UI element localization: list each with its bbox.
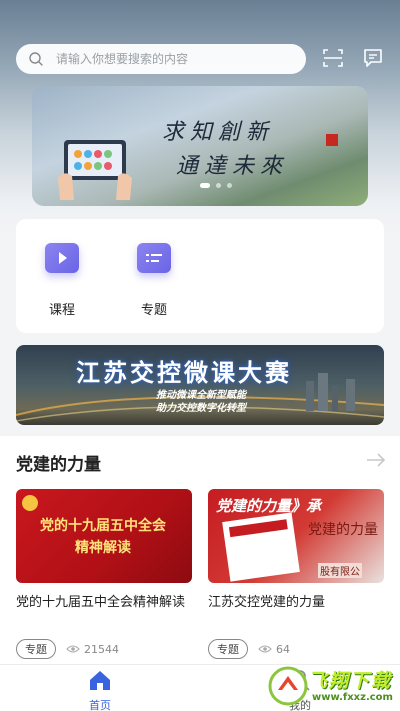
- course-tag: 专题: [16, 639, 56, 659]
- course-thumbnail: 党的十九届五中全会精神解读: [16, 489, 192, 583]
- search-icon: [29, 52, 43, 66]
- promo-sub-line-1: 推动微课全新型赋能: [156, 390, 246, 401]
- course-meta: 专题 21544: [16, 639, 119, 659]
- tab-home[interactable]: 首页: [70, 669, 130, 711]
- view-count: 21544: [84, 642, 119, 656]
- promo-subtitle: 推动微课全新型赋能 助力交控数字化转型: [156, 389, 246, 415]
- tab-home-label: 首页: [89, 699, 111, 711]
- course-tag: 专题: [208, 639, 248, 659]
- play-icon: [45, 243, 79, 273]
- eye-icon: [258, 645, 272, 653]
- carousel-dot: [216, 183, 221, 188]
- quick-entry-courses[interactable]: 课程: [32, 243, 92, 318]
- book-cover-image: [222, 512, 300, 582]
- quick-entry-panel: 课程 专题: [16, 219, 384, 333]
- promo-banner[interactable]: 江苏交控微课大赛 推动微课全新型赋能 助力交控数字化转型: [16, 345, 384, 425]
- course-meta: 专题 64: [208, 639, 290, 659]
- course-card[interactable]: 党建的力量》承 党建的力量 股有限公 江苏交控党建的力量 专题 64: [208, 489, 384, 659]
- top-bar: [0, 0, 400, 80]
- carousel-dot: [227, 183, 232, 188]
- quick-entry-topics[interactable]: 专题: [124, 243, 184, 318]
- list-icon: [137, 243, 171, 273]
- thumbnail-text-2: 党建的力量: [308, 522, 378, 538]
- home-icon: [90, 671, 110, 690]
- watermark-url: www.fxxz.com: [312, 692, 393, 703]
- message-icon[interactable]: [362, 47, 384, 69]
- party-building-section: 党建的力量 党的十九届五中全会精神解读 党的十九届五中全会精神解读 专题 215…: [0, 436, 400, 666]
- section-title: 党建的力量: [16, 455, 101, 475]
- arrow-right-icon[interactable]: [366, 452, 386, 468]
- scan-icon[interactable]: [322, 47, 344, 69]
- banner-line-1: 求知創新: [162, 120, 275, 145]
- search-bar[interactable]: [16, 44, 306, 74]
- quick-entry-label: 课程: [48, 303, 75, 318]
- party-emblem-icon: [22, 495, 38, 511]
- promo-sub-line-2: 助力交控数字化转型: [156, 403, 246, 414]
- carousel-dot: [200, 183, 210, 188]
- carousel-banner[interactable]: 求知創新 通達未來: [32, 86, 368, 206]
- carousel-indicator: [200, 183, 232, 188]
- thumbnail-text-3: 股有限公: [318, 563, 362, 578]
- tablet-illustration: [58, 140, 132, 200]
- view-count: 64: [276, 642, 290, 656]
- watermark: 飞翔下载 www.fxxz.com: [264, 664, 394, 710]
- seal-stamp: [326, 134, 338, 146]
- thumbnail-text: 党的十九届五中全会精神解读: [40, 518, 166, 556]
- search-input[interactable]: [56, 52, 286, 66]
- course-card[interactable]: 党的十九届五中全会精神解读 党的十九届五中全会精神解读 专题 21544: [16, 489, 192, 659]
- eye-icon: [66, 645, 80, 653]
- watermark-logo-icon: [268, 666, 308, 706]
- watermark-text: 飞翔下载: [308, 670, 393, 692]
- promo-title: 江苏交控微课大赛: [76, 359, 292, 387]
- thumbnail-text: 党建的力量》承: [216, 497, 322, 515]
- course-title: 江苏交控党建的力量: [208, 595, 326, 610]
- course-thumbnail: 党建的力量》承 党建的力量 股有限公: [208, 489, 384, 583]
- quick-entry-label: 专题: [140, 303, 167, 318]
- banner-line-2: 通達未來: [176, 154, 289, 179]
- course-title: 党的十九届五中全会精神解读: [16, 595, 186, 610]
- banner-slogan: 求知創新 通達未來: [162, 116, 288, 184]
